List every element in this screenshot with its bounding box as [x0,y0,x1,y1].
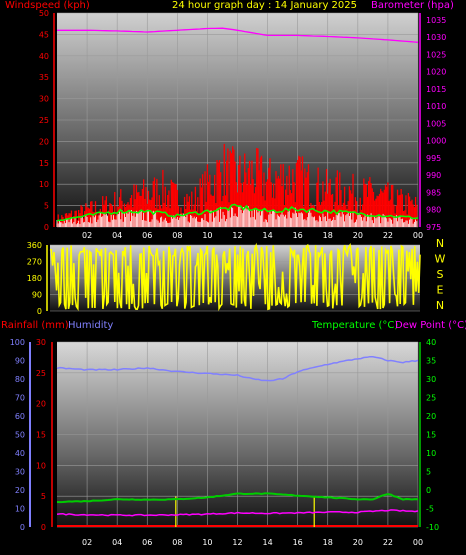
barometer-tick-label: 1015 [426,85,446,94]
barometer-tick-label: 995 [426,154,441,163]
lower-x-tick-label: 14 [262,538,272,547]
windspeed-tick-label: 35 [39,73,49,82]
humidity-tick-label: 80 [15,375,25,384]
windspeed-tick-label: 20 [39,137,49,146]
barometer-tick-label: 1025 [426,50,446,59]
humidity-tick-label: 100 [10,338,25,347]
direction-tick-label: 270 [27,258,42,267]
wind-x-tick-label: 06 [142,231,152,240]
barometer-tick-label: 980 [426,206,441,215]
humidity-tick-label: 60 [15,412,25,421]
lower-x-tick-label: 00 [413,538,423,547]
windspeed-tick-label: 25 [39,116,49,125]
windspeed-tick-label: 50 [39,9,49,18]
rainfall-tick-label: 10 [36,461,46,470]
rainfall-tick-label: 0 [41,523,46,532]
windspeed-tick-label: 40 [39,52,49,61]
temperature-tick-label: 5 [426,468,431,477]
barometer-tick-label: 1030 [426,33,446,42]
barometer-tick-label: 975 [426,223,441,232]
humidity-tick-label: 10 [15,505,25,514]
wind-x-tick-label: 16 [293,231,303,240]
windspeed-tick-label: 10 [39,180,49,189]
direction-tick-label: 0 [37,307,42,316]
windspeed-tick-label: 15 [39,159,49,168]
temperature-tick-label: 35 [426,357,436,366]
windspeed-tick-label: 5 [44,202,49,211]
temperature-tick-label: 30 [426,375,436,384]
barometer-tick-label: 990 [426,171,441,180]
wind-x-tick-label: 12 [232,231,242,240]
temperature-tick-label: 0 [426,486,431,495]
barometer-tick-label: 1000 [426,137,446,146]
compass-label: W [435,253,446,266]
lower-x-tick-label: 08 [172,538,182,547]
humidity-tick-label: 40 [15,449,25,458]
lower-x-tick-label: 16 [293,538,303,547]
rainfall-tick-label: 20 [36,400,46,409]
temperature-tick-label: 20 [426,412,436,421]
wind-x-tick-label: 04 [112,231,122,240]
barometer-tick-label: 1035 [426,16,446,25]
wind-x-tick-label: 22 [383,231,393,240]
wind-x-tick-label: 18 [323,231,333,240]
windspeed-tick-label: 30 [39,95,49,104]
humidity-tick-label: 70 [15,394,25,403]
weather-chart-svg: 0510152025303540455097598098599099510001… [10,9,447,547]
compass-label: N [436,237,444,250]
temperature-tick-label: -5 [426,505,434,514]
wind-x-tick-label: 02 [82,231,92,240]
direction-tick-label: 180 [27,274,42,283]
windspeed-tick-label: 0 [44,223,49,232]
temperature-tick-label: 25 [426,394,436,403]
wind-x-tick-label: 14 [262,231,272,240]
windspeed-tick-label: 45 [39,30,49,39]
lower-x-tick-label: 22 [383,538,393,547]
compass-label: E [437,284,444,297]
direction-tick-label: 90 [32,291,42,300]
wind-x-tick-label: 08 [172,231,182,240]
direction-tick-label: 360 [27,241,42,250]
wind-x-tick-label: 10 [202,231,212,240]
humidity-tick-label: 30 [15,468,25,477]
humidity-tick-label: 20 [15,486,25,495]
humidity-tick-label: 0 [20,523,25,532]
temperature-tick-label: 40 [426,338,436,347]
humidity-tick-label: 50 [15,431,25,440]
temperature-tick-label: 15 [426,431,436,440]
rainfall-tick-label: 30 [36,338,46,347]
barometer-tick-label: 1020 [426,68,446,77]
rainfall-tick-label: 5 [41,492,46,501]
lower-x-tick-label: 10 [202,538,212,547]
lower-x-tick-label: 02 [82,538,92,547]
lower-x-tick-label: 20 [353,538,363,547]
lower-x-tick-label: 06 [142,538,152,547]
wind-x-tick-label: 00 [413,231,423,240]
lower-x-tick-label: 12 [232,538,242,547]
compass-label: S [437,268,444,281]
humidity-tick-label: 90 [15,357,25,366]
barometer-tick-label: 1005 [426,119,446,128]
lower-x-tick-label: 18 [323,538,333,547]
temperature-tick-label: 10 [426,449,436,458]
rainfall-tick-label: 15 [36,431,46,440]
temperature-tick-label: -10 [426,523,439,532]
barometer-tick-label: 985 [426,188,441,197]
barometer-tick-label: 1010 [426,102,446,111]
lower-x-tick-label: 04 [112,538,122,547]
rainfall-tick-label: 25 [36,369,46,378]
compass-label: N [436,299,444,312]
wind-x-tick-label: 20 [353,231,363,240]
